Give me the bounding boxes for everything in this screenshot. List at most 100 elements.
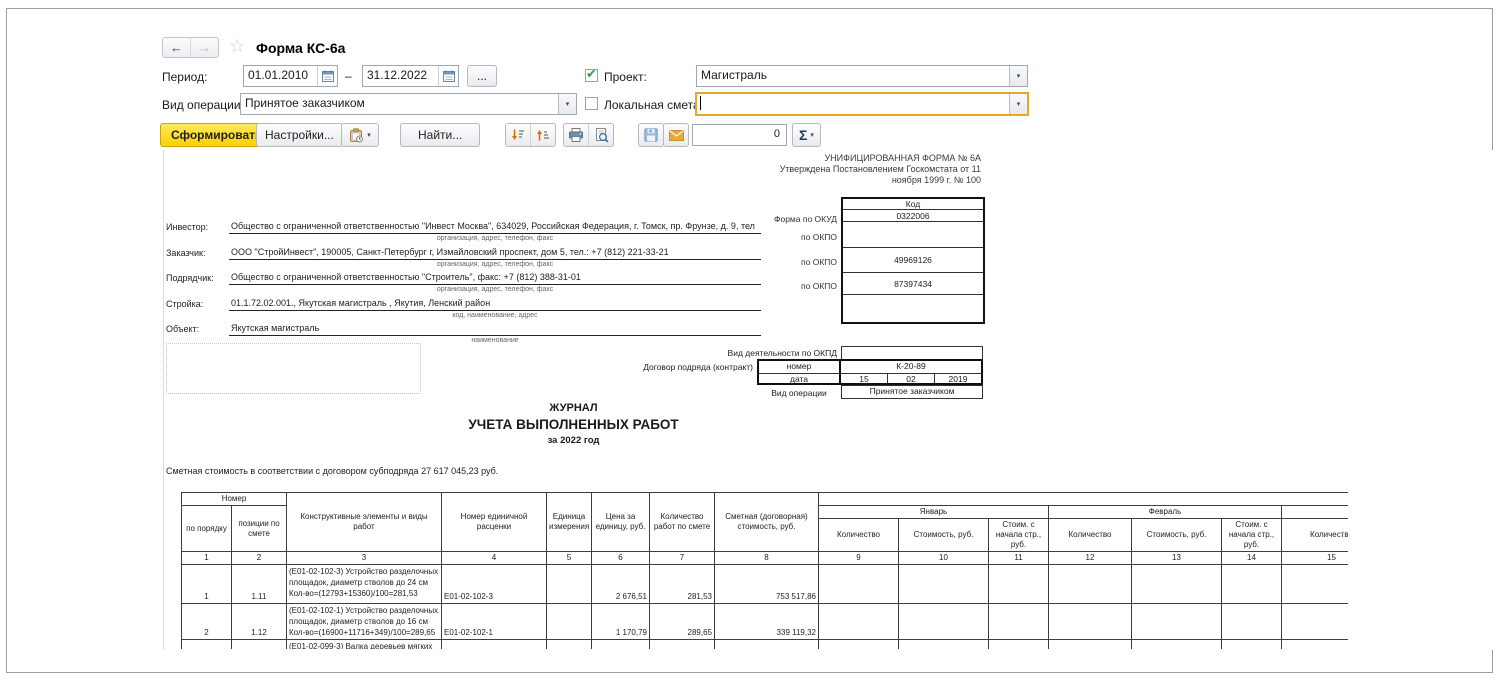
- cell-unit: [547, 604, 592, 640]
- jan-cum-header: Стоим. с начала стр., руб.: [989, 519, 1049, 552]
- contract-label: Договор подряда (контракт): [493, 362, 753, 372]
- cell-description: (Е01-02-102-3) Устройство разделочныхпло…: [287, 565, 442, 604]
- period-more-button[interactable]: ...: [467, 65, 497, 87]
- cell-description: (Е01-02-102-1) Устройство разделочныхпло…: [287, 604, 442, 640]
- col-header-position: позиции по смете: [232, 506, 287, 552]
- description-line: площадок, диаметр стволов до 16 см: [289, 616, 439, 627]
- next-qty-header: Количество: [1282, 519, 1349, 552]
- send-mail-button[interactable]: [663, 123, 689, 147]
- favorite-star-icon[interactable]: ☆: [229, 36, 245, 57]
- save-icon: [639, 124, 663, 146]
- period-to-field[interactable]: 31.12.2022: [362, 65, 459, 87]
- work-table-container: Номер Конструктивные элементы и виды раб…: [181, 492, 1348, 649]
- period-dash: –: [345, 69, 352, 83]
- cell-month-empty: [1132, 604, 1222, 640]
- back-button[interactable]: ←: [163, 38, 190, 57]
- col-number: 6: [592, 552, 650, 565]
- col-number: 7: [650, 552, 715, 565]
- chevron-down-icon: ▾: [810, 131, 814, 139]
- operation-dropdown-button[interactable]: ▾: [558, 94, 576, 114]
- report-title-3: за 2022 год: [164, 435, 983, 446]
- local-estimate-dropdown-button[interactable]: ▾: [1009, 94, 1027, 114]
- save-button[interactable]: [638, 123, 664, 147]
- month-january: Январь: [819, 506, 1049, 519]
- cell-position: [232, 640, 287, 650]
- operation-label: Вид операции:: [162, 98, 244, 112]
- cell-price: 1 170,79: [592, 604, 650, 640]
- cell-num: [182, 640, 232, 650]
- contract-date-year: 2019: [935, 374, 981, 385]
- table-row: (Е01-02-099-3) Валка деревьев мягких: [182, 640, 1349, 650]
- print-preview-icon: [594, 128, 609, 143]
- period-from-value: 01.01.2010: [244, 66, 317, 86]
- cell-cost: [715, 640, 819, 650]
- col-number: 9: [819, 552, 899, 565]
- cell-month-empty: [1132, 565, 1222, 604]
- col-number: 14: [1222, 552, 1282, 565]
- cell-rate: [442, 640, 547, 650]
- contract-date-day: 15: [841, 374, 888, 385]
- description-line: площадок, диаметр стволов до 24 см: [289, 577, 439, 588]
- calendar-icon[interactable]: [317, 66, 337, 86]
- form-header-line3: ноября 1999 г. № 100: [581, 175, 981, 186]
- settings-button[interactable]: Настройки...: [256, 123, 343, 147]
- estimate-note: Сметная стоимость в соответствии с догов…: [166, 466, 498, 476]
- contract-date-label: дата: [759, 374, 839, 385]
- cell-month-empty: [899, 565, 989, 604]
- operation-type-label: Вид операции: [757, 388, 841, 398]
- cell-rate: Е01-02-102-1: [442, 604, 547, 640]
- project-dropdown-button[interactable]: ▾: [1009, 66, 1027, 86]
- project-label: Проект:: [604, 70, 647, 84]
- settings-label: Настройки...: [265, 128, 334, 142]
- cell-month-empty: [989, 640, 1049, 650]
- report-variants-button[interactable]: ▾: [341, 123, 379, 147]
- col-number: 2: [232, 552, 287, 565]
- contract-number-value: К-20-89: [841, 361, 981, 374]
- months-strip: [819, 493, 1349, 506]
- forward-icon: →: [198, 40, 211, 55]
- cell-month-empty: [899, 640, 989, 650]
- print-preview-button[interactable]: [588, 124, 613, 146]
- calendar-icon[interactable]: [438, 66, 458, 86]
- local-estimate-value: [701, 94, 1009, 114]
- feb-qty-header: Количество: [1049, 519, 1132, 552]
- operation-combo[interactable]: Принятое заказчиком ▾: [240, 93, 577, 115]
- codes-empty: [842, 295, 984, 323]
- sort-descending-button[interactable]: [506, 124, 530, 146]
- autosum-button[interactable]: Σ ▾: [792, 123, 821, 147]
- okpd-label: Вид деятельности по ОКПД: [577, 348, 837, 358]
- party-label: Заказчик:: [166, 248, 205, 258]
- local-estimate-combo[interactable]: ▾: [695, 92, 1029, 116]
- operation-value: Принятое заказчиком: [241, 94, 558, 114]
- sort-ascending-button[interactable]: [530, 124, 555, 146]
- party-value: Якутская магистраль: [229, 323, 761, 336]
- counter-value: 0: [774, 128, 780, 140]
- okpd-value-cell: [841, 346, 983, 360]
- party-caption: организация, адрес, телефон, факс: [229, 286, 761, 293]
- local-estimate-label: Локальная смета:: [604, 98, 703, 112]
- report-viewport[interactable]: УНИФИЦИРОВАННАЯ ФОРМА № 6А Утверждена По…: [163, 150, 1495, 650]
- find-button[interactable]: Найти...: [400, 123, 480, 147]
- project-checkbox[interactable]: ✔: [585, 69, 598, 82]
- page-title: Форма КС-6а: [256, 40, 345, 56]
- work-table: Номер Конструктивные элементы и виды раб…: [181, 492, 1348, 649]
- cell-month-empty: [989, 604, 1049, 640]
- cell-num: 1: [182, 565, 232, 604]
- counter-field[interactable]: 0: [692, 124, 787, 146]
- forward-button[interactable]: →: [190, 38, 218, 57]
- codes-header: Код: [842, 198, 984, 210]
- party-value: ООО "СтройИнвест", 190005, Санкт-Петербу…: [229, 247, 761, 260]
- month-next: [1282, 506, 1349, 519]
- local-estimate-checkbox[interactable]: [585, 97, 598, 110]
- chevron-down-icon: ▾: [566, 100, 570, 108]
- cell-rate: Е01-02-102-3: [442, 565, 547, 604]
- project-combo[interactable]: Магистраль ▾: [696, 65, 1028, 87]
- period-from-field[interactable]: 01.01.2010: [243, 65, 338, 87]
- period-label: Период:: [162, 70, 207, 84]
- cell-description: (Е01-02-099-3) Валка деревьев мягких: [287, 640, 442, 650]
- cell-month-empty: [819, 604, 899, 640]
- cell-cost: 753 517,86: [715, 565, 819, 604]
- print-button[interactable]: [564, 124, 588, 146]
- codes-table: Код 0322006 49969126 87397434: [841, 197, 985, 324]
- description-line: (Е01-02-102-3) Устройство разделочных: [289, 566, 439, 577]
